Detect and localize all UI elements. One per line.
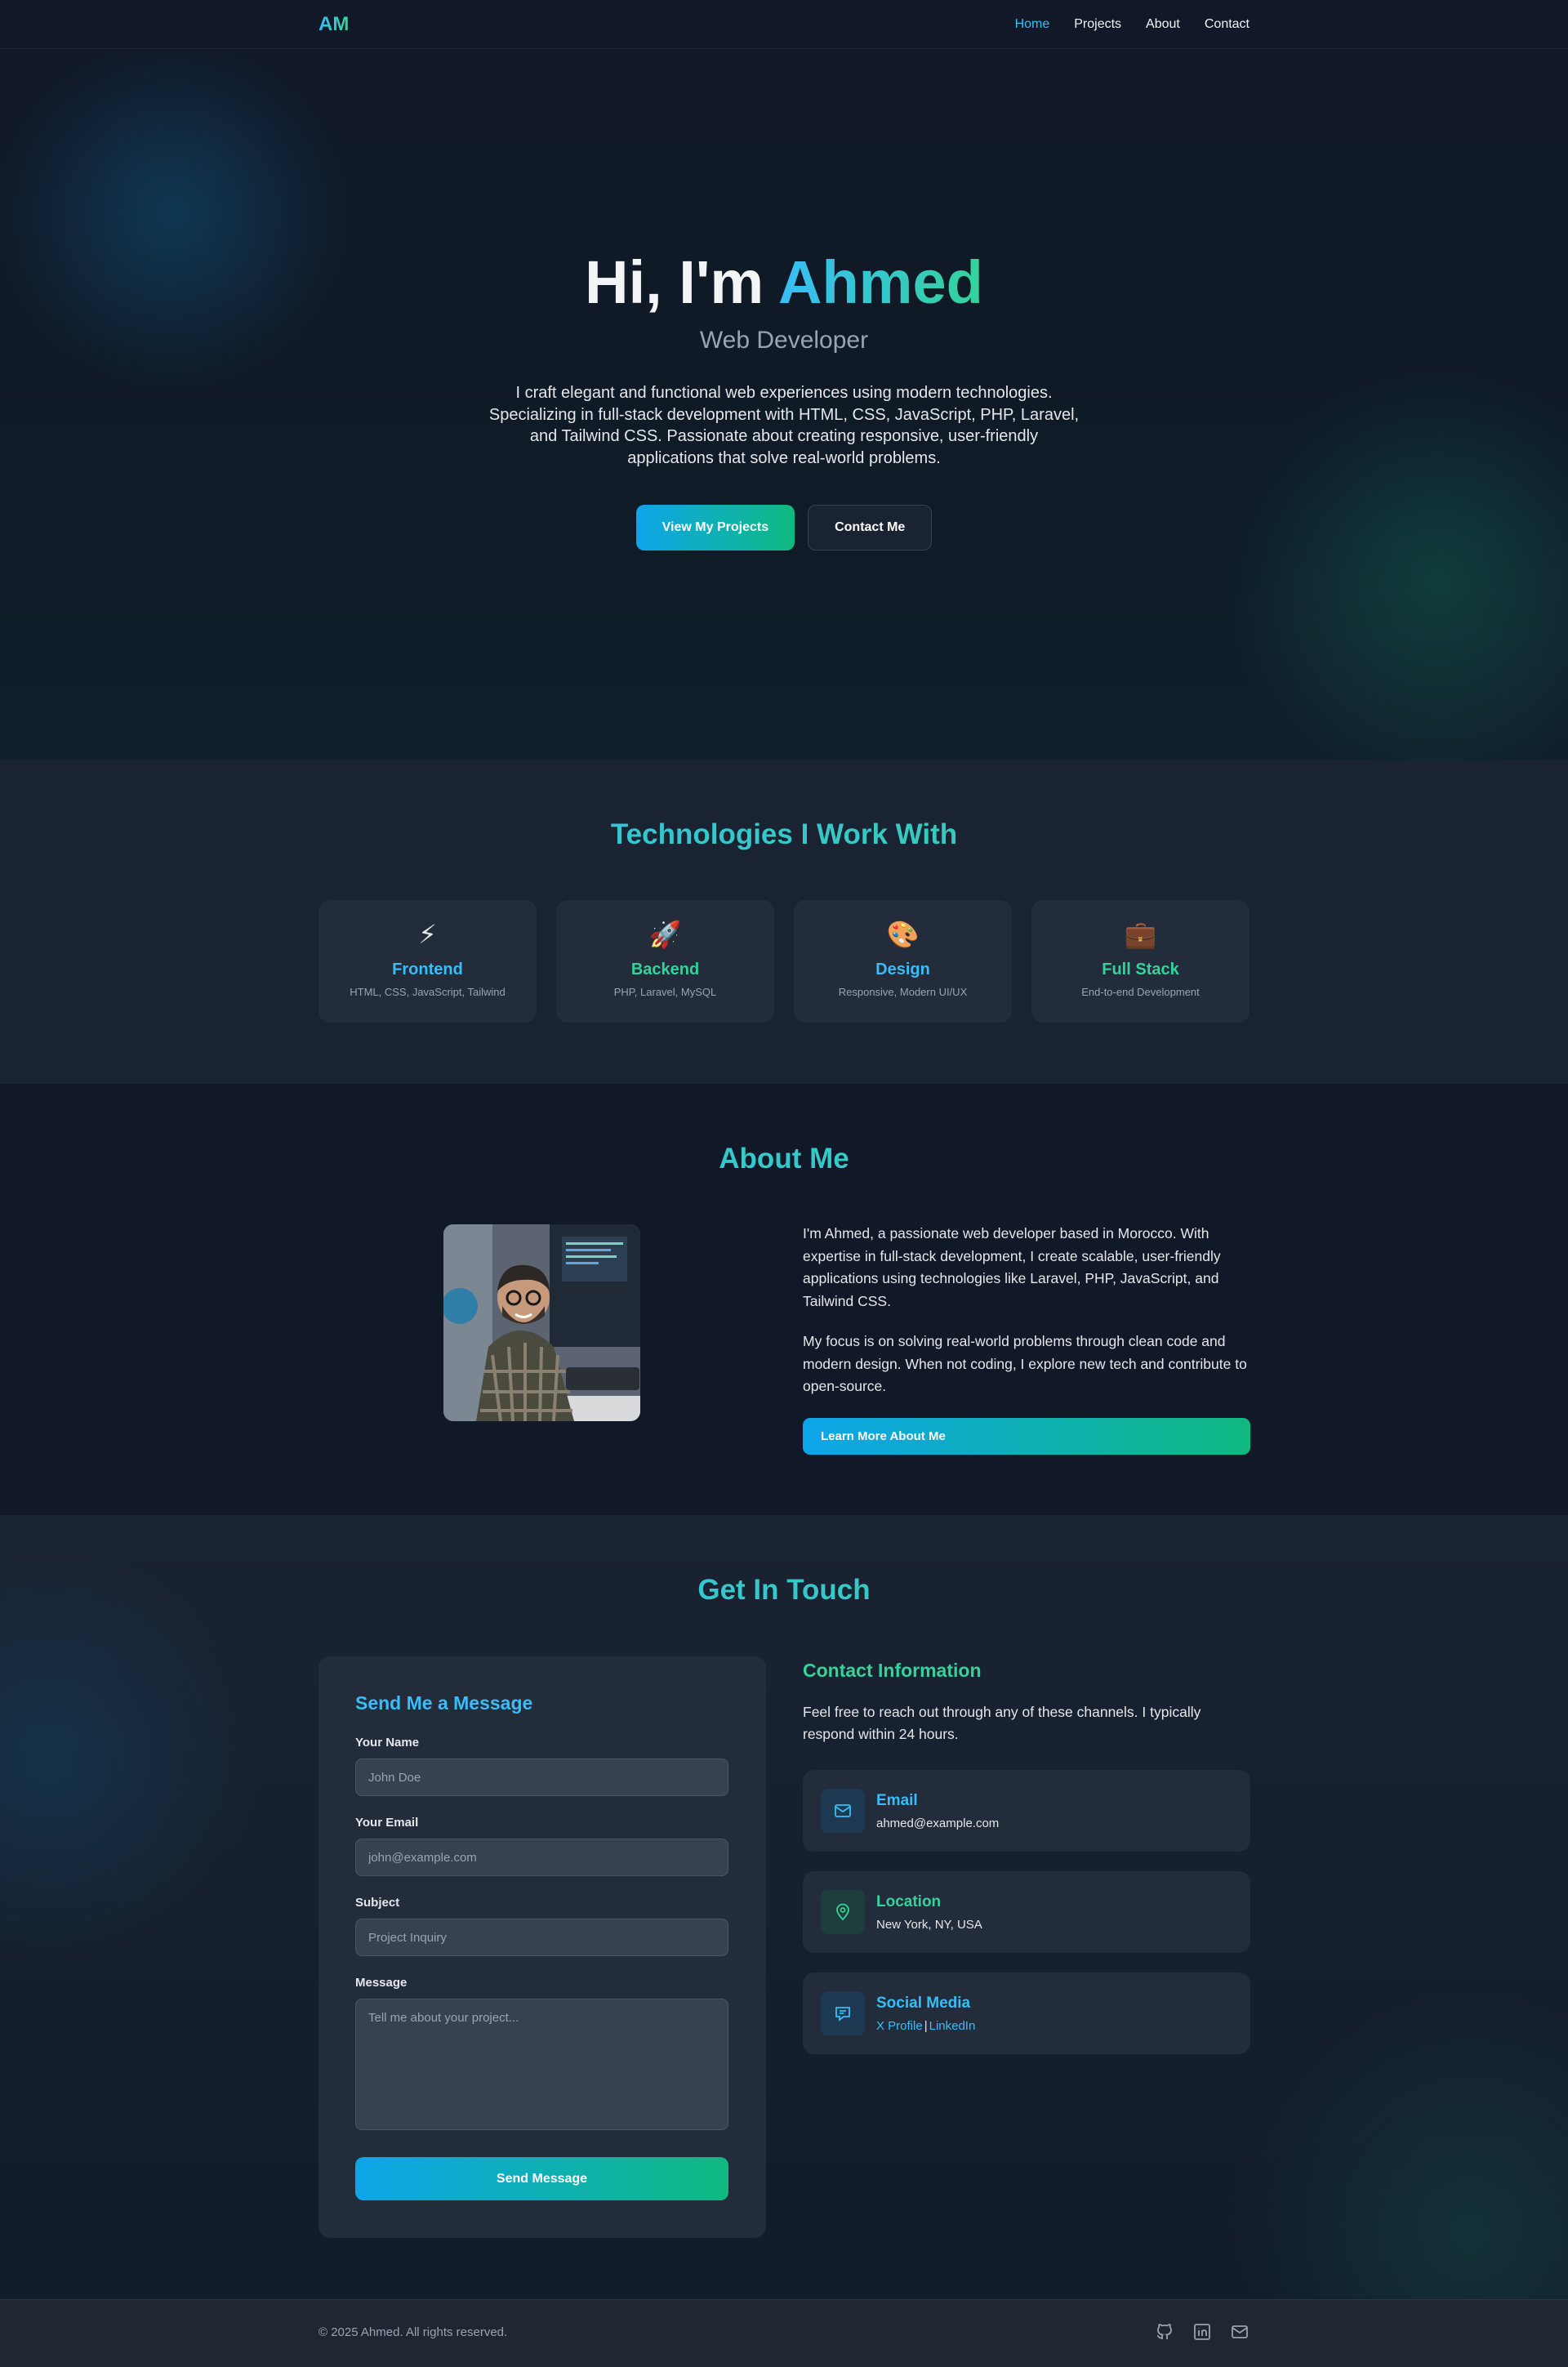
footer: © 2025 Ahmed. All rights reserved. (0, 2299, 1568, 2367)
social-links: X Profile | LinkedIn (876, 2019, 975, 2033)
mail-icon[interactable] (1230, 2322, 1250, 2342)
copyright: © 2025 Ahmed. All rights reserved. (318, 2325, 508, 2339)
social-card: Social Media X Profile | LinkedIn (803, 1972, 1250, 2054)
email-label: Your Email (355, 1816, 419, 1830)
email-value: ahmed@example.com (876, 1816, 1000, 1830)
tech-card-desc: End-to-end Development (1081, 986, 1200, 998)
top-navbar: AM Home Projects About Contact (0, 0, 1568, 49)
technologies-title: Technologies I Work With (0, 818, 1568, 851)
hero-intro: I craft elegant and functional web exper… (488, 384, 1080, 467)
message-textarea[interactable] (355, 1999, 728, 2130)
nav-link-contact[interactable]: Contact (1205, 17, 1250, 32)
tech-card-design: 🎨 Design Responsive, Modern UI/UX (794, 900, 1012, 1023)
location-value: New York, NY, USA (876, 1917, 982, 1932)
learn-more-button[interactable]: Learn More About Me (803, 1418, 1250, 1455)
contact-title: Get In Touch (0, 1574, 1568, 1607)
tech-card-frontend: ⚡ Frontend HTML, CSS, JavaScript, Tailwi… (318, 900, 537, 1023)
site-logo[interactable]: AM (318, 13, 349, 36)
hero-buttons: View My Projects Contact Me (0, 505, 1568, 551)
send-message-button[interactable]: Send Message (355, 2157, 728, 2200)
hero-section: Hi, I'm Ahmed Web Developer I craft eleg… (0, 49, 1568, 760)
contact-section: Get In Touch Send Me a Message Your Name… (0, 1515, 1568, 2299)
message-label: Message (355, 1976, 408, 1990)
chat-icon (821, 1991, 865, 2035)
tech-card-title: Design (875, 961, 930, 978)
tech-card-fullstack: 💼 Full Stack End-to-end Development (1031, 900, 1250, 1023)
nav-link-home[interactable]: Home (1015, 17, 1050, 32)
name-input[interactable] (355, 1759, 728, 1796)
tech-card-desc: HTML, CSS, JavaScript, Tailwind (350, 986, 506, 998)
hero-heading: Hi, I'm Ahmed (0, 249, 1568, 315)
tech-card-title: Backend (630, 961, 700, 978)
briefcase-icon: 💼 (1124, 920, 1157, 949)
social-separator: | (924, 2018, 928, 2033)
technologies-section: Technologies I Work With ⚡ Frontend HTML… (0, 760, 1568, 1084)
form-title: Send Me a Message (355, 1692, 533, 1714)
tech-card-title: Full Stack (1102, 961, 1179, 978)
mail-icon (821, 1789, 865, 1833)
tech-card-title: Frontend (392, 961, 463, 978)
footer-social (1155, 2322, 1250, 2342)
about-paragraph: My focus is on solving real-world proble… (803, 1333, 1247, 1394)
email-card: Email ahmed@example.com (803, 1770, 1250, 1852)
about-title: About Me (0, 1143, 1568, 1175)
contact-info-title: Contact Information (803, 1660, 982, 1681)
location-pin-icon (821, 1890, 865, 1934)
tech-card-desc: PHP, Laravel, MySQL (613, 986, 717, 998)
location-title: Location (876, 1892, 942, 1910)
contact-info: Contact Information Feel free to reach o… (803, 1656, 1250, 2054)
nav-link-projects[interactable]: Projects (1074, 17, 1121, 32)
about-paragraph: I'm Ahmed, a passionate web developer ba… (803, 1225, 1221, 1309)
subject-input[interactable] (355, 1919, 728, 1956)
hero-greeting: Hi, I'm (585, 248, 779, 316)
palette-icon: 🎨 (886, 920, 920, 949)
hero-name: Ahmed (778, 248, 983, 316)
nav-link-about[interactable]: About (1146, 17, 1180, 32)
nav-links: Home Projects About Contact (1015, 17, 1250, 32)
github-icon[interactable] (1155, 2322, 1174, 2342)
tech-card-backend: 🚀 Backend PHP, Laravel, MySQL (556, 900, 774, 1023)
view-projects-button[interactable]: View My Projects (635, 505, 795, 551)
email-input[interactable] (355, 1839, 728, 1876)
linkedin-icon[interactable] (1192, 2322, 1212, 2342)
tech-cards: ⚡ Frontend HTML, CSS, JavaScript, Tailwi… (318, 900, 1250, 1023)
contact-info-desc: Feel free to reach out through any of th… (803, 1704, 1201, 1742)
lightning-icon: ⚡ (418, 920, 437, 949)
name-label: Your Name (355, 1736, 420, 1750)
contact-form: Send Me a Message Your Name Your Email S… (318, 1656, 766, 2238)
profile-photo (443, 1224, 640, 1421)
location-card: Location New York, NY, USA (803, 1871, 1250, 1953)
x-profile-link[interactable]: X Profile (876, 2019, 923, 2033)
about-text: I'm Ahmed, a passionate web developer ba… (803, 1223, 1250, 1398)
subject-label: Subject (355, 1896, 400, 1910)
email-title: Email (876, 1791, 918, 1809)
hero-role: Web Developer (699, 327, 869, 354)
about-section: About Me I'm Ahmed, a passionate web dev… (0, 1084, 1568, 1515)
social-title: Social Media (876, 1994, 971, 2012)
contact-me-button[interactable]: Contact Me (808, 505, 933, 551)
tech-card-desc: Responsive, Modern UI/UX (838, 986, 968, 998)
rocket-icon: 🚀 (648, 920, 682, 949)
linkedin-link[interactable]: LinkedIn (929, 2019, 976, 2033)
